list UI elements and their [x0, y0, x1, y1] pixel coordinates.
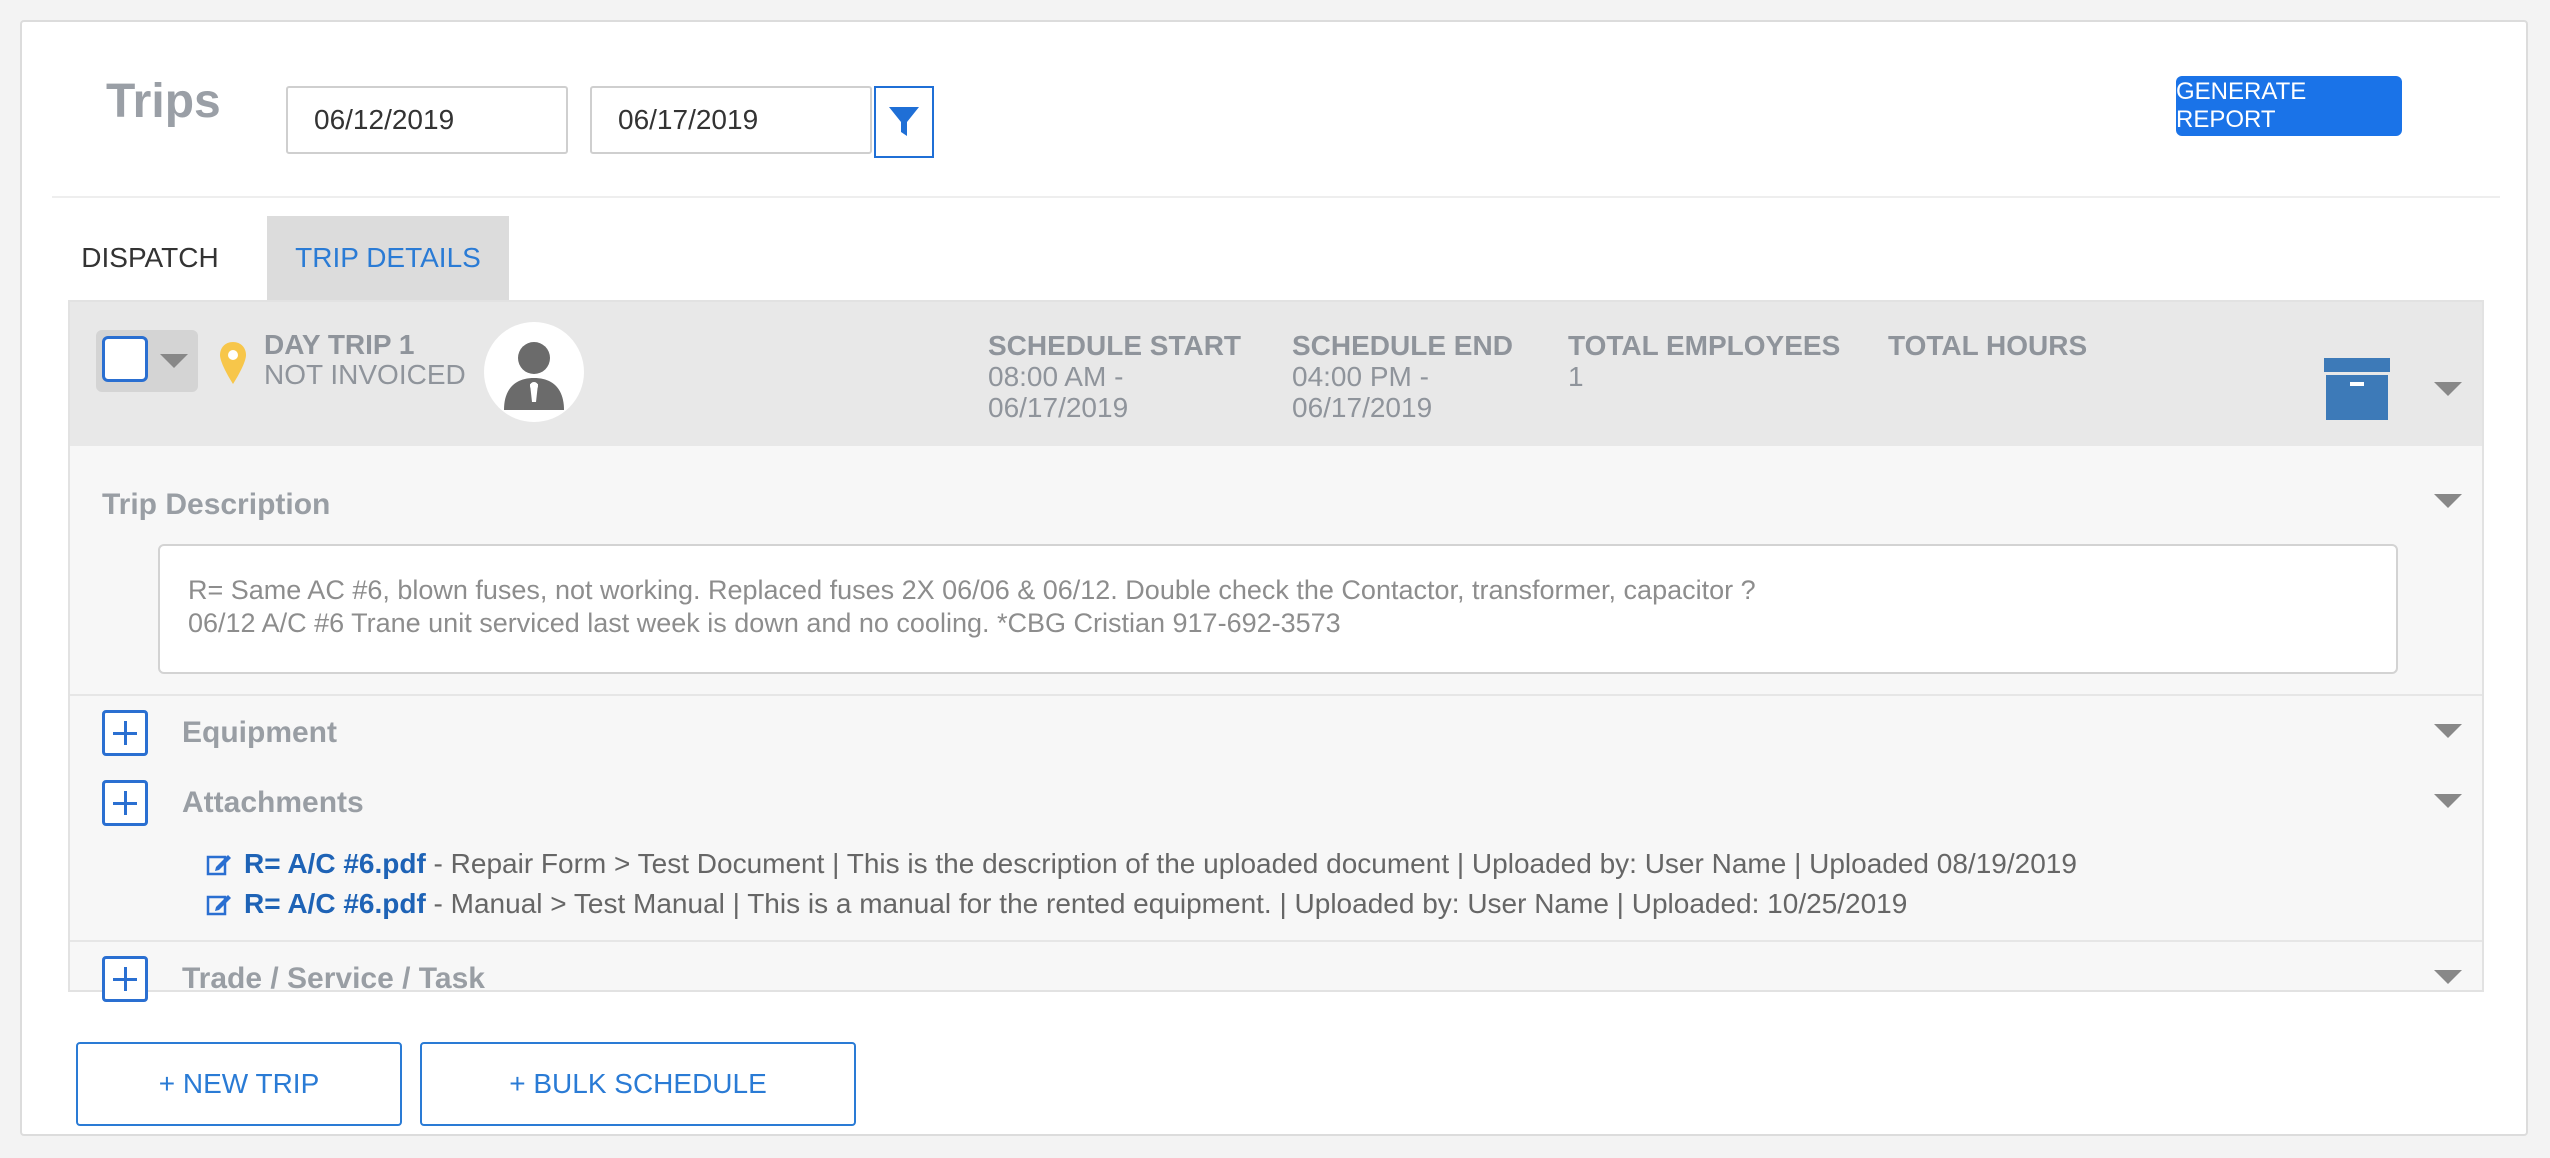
trip-expand-chevron-icon[interactable]: [2434, 382, 2462, 396]
avatar-worker-icon: [504, 342, 564, 410]
page-title: Trips: [106, 75, 221, 128]
section-divider: [70, 694, 2482, 696]
avatar[interactable]: [484, 322, 584, 422]
schedule-end-label: SCHEDULE END: [1292, 330, 1513, 361]
section-divider: [70, 940, 2482, 942]
trip-checkbox[interactable]: [102, 336, 148, 382]
schedule-start: SCHEDULE START 08:00 AM - 06/17/2019: [988, 330, 1241, 423]
filter-icon: [889, 107, 919, 136]
attachments-title: Attachments: [182, 786, 364, 819]
attachment-details: - Manual > Test Manual | This is a manua…: [425, 888, 1908, 919]
trips-card: Trips GENERATE REPORT DISPATCH TRIP DETA…: [20, 20, 2528, 1136]
schedule-start-label: SCHEDULE START: [988, 330, 1242, 361]
equipment-chevron-down-icon[interactable]: [2434, 724, 2462, 738]
schedule-start-date: 06/17/2019: [988, 392, 1129, 423]
equipment-title: Equipment: [182, 716, 337, 749]
trade-service-task-title: Trade / Service / Task: [182, 962, 485, 995]
attachment-link[interactable]: R= A/C #6.pdf: [244, 888, 426, 919]
description-line-1: R= Same AC #6, blown fuses, not working.…: [188, 575, 1756, 605]
filter-button[interactable]: [874, 86, 934, 158]
select-dropdown[interactable]: [96, 330, 198, 392]
schedule-end-time: 04:00 PM -: [1292, 361, 1429, 392]
archive-icon[interactable]: [2324, 358, 2390, 422]
new-trip-button[interactable]: + NEW TRIP: [76, 1042, 402, 1126]
location-pin-icon: [220, 342, 246, 384]
trip-description-title: Trip Description: [102, 488, 331, 521]
schedule-end-date: 06/17/2019: [1292, 392, 1433, 423]
edit-icon[interactable]: [206, 851, 232, 877]
description-line-2: 06/12 A/C #6 Trane unit serviced last we…: [188, 608, 1341, 638]
trip-description-box[interactable]: R= Same AC #6, blown fuses, not working.…: [158, 544, 2398, 674]
equipment-plus-icon[interactable]: [102, 710, 148, 756]
chevron-down-icon: [160, 354, 188, 368]
end-date-input[interactable]: [590, 86, 872, 154]
edit-icon[interactable]: [206, 891, 232, 917]
trip-name: DAY TRIP 1: [264, 329, 415, 360]
header-divider: [52, 196, 2500, 198]
description-chevron-down-icon[interactable]: [2434, 494, 2462, 508]
trade-plus-icon[interactable]: [102, 956, 148, 1002]
attachment-details: - Repair Form > Test Document | This is …: [425, 848, 2077, 879]
trip-panel: DAY TRIP 1 NOT INVOICED SCHEDULE START 0…: [68, 300, 2484, 1002]
tab-dispatch[interactable]: DISPATCH: [66, 216, 234, 300]
total-employees-label: TOTAL EMPLOYEES: [1568, 330, 1841, 361]
total-hours-label: TOTAL HOURS: [1888, 330, 2088, 361]
total-employees-value: 1: [1568, 361, 1584, 392]
attachment-item: R= A/C #6.pdf - Repair Form > Test Docum…: [206, 848, 2077, 880]
attachments-chevron-down-icon[interactable]: [2434, 794, 2462, 808]
attachments-plus-icon[interactable]: [102, 780, 148, 826]
bulk-schedule-button[interactable]: + BULK SCHEDULE: [420, 1042, 856, 1126]
attachment-link[interactable]: R= A/C #6.pdf: [244, 848, 426, 879]
total-hours: TOTAL HOURS: [1888, 330, 2087, 361]
trade-chevron-down-icon[interactable]: [2434, 970, 2462, 984]
trip-header: DAY TRIP 1 NOT INVOICED SCHEDULE START 0…: [70, 302, 2482, 446]
total-employees: TOTAL EMPLOYEES 1: [1568, 330, 1840, 392]
schedule-end: SCHEDULE END 04:00 PM - 06/17/2019: [1292, 330, 1513, 423]
start-date-input[interactable]: [286, 86, 568, 154]
invoice-status: NOT INVOICED: [264, 359, 466, 390]
tab-trip-details[interactable]: TRIP DETAILS: [267, 216, 509, 300]
generate-report-button[interactable]: GENERATE REPORT: [2176, 76, 2402, 136]
attachment-item: R= A/C #6.pdf - Manual > Test Manual | T…: [206, 888, 1907, 920]
schedule-start-time: 08:00 AM -: [988, 361, 1124, 392]
